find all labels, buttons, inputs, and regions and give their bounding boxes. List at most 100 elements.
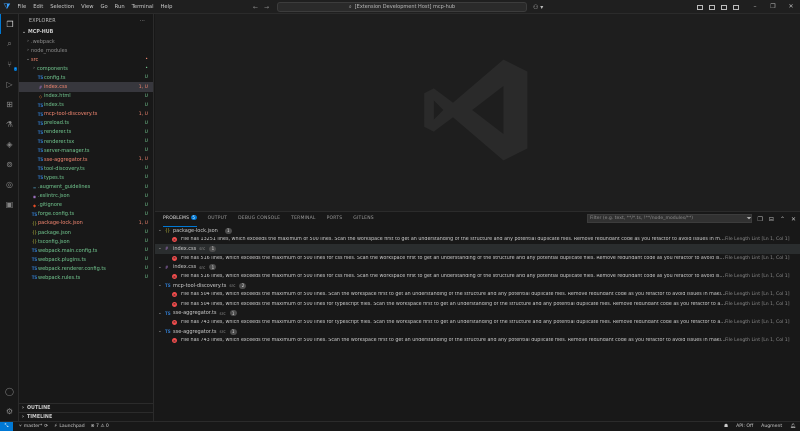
outline-section[interactable]: › OUTLINE <box>19 403 154 412</box>
testing-icon[interactable]: ⚗ <box>0 114 19 134</box>
tree-folder[interactable]: › .webpack <box>19 37 153 46</box>
menu-file[interactable]: File <box>14 0 30 14</box>
menu-go[interactable]: Go <box>97 0 111 14</box>
problem-file-row[interactable]: ⌄ # index.css src 1 <box>155 263 800 272</box>
explorer-icon[interactable]: ❐ <box>0 14 19 34</box>
workspace-root[interactable]: ⌄ MCP-HUB <box>19 28 153 37</box>
command-center[interactable]: ⌕ [Extension Development Host] mcp-hub <box>277 2 527 12</box>
workspace-root-label: MCP-HUB <box>28 30 54 35</box>
search-view-icon[interactable]: ⌕ <box>0 34 19 54</box>
tab-terminal[interactable]: TERMINAL <box>291 212 315 226</box>
remote-explorer-icon[interactable]: ⊚ <box>0 154 19 174</box>
github-icon[interactable]: ◎ <box>0 174 19 194</box>
problem-item[interactable]: × File has 743 lines, which exceeds the m… <box>155 318 800 327</box>
augment-icon[interactable]: ▣ <box>0 194 19 214</box>
toggle-sidebar-icon[interactable] <box>697 4 703 10</box>
tree-file[interactable]: TS renderer.tsx U <box>19 137 153 146</box>
tab-debug-console[interactable]: DEBUG CONSOLE <box>238 212 280 226</box>
tree-file[interactable]: ◆ .gitignore U <box>19 201 153 210</box>
problem-item[interactable]: × File has 743 lines, which exceeds the m… <box>155 336 800 345</box>
tree-file[interactable]: TS webpack.main.config.ts U <box>19 246 153 255</box>
tree-file[interactable]: ◉ .eslintrc.json U <box>19 192 153 201</box>
tree-file[interactable]: TS tool-discovery.ts U <box>19 164 153 173</box>
problem-item[interactable]: × File has 516 lines, which exceeds the m… <box>155 272 800 281</box>
tree-folder[interactable]: › components • <box>19 64 153 73</box>
filter-icon[interactable]: ⏷ <box>747 215 752 223</box>
tree-file[interactable]: ◇ index.html U <box>19 92 153 101</box>
problem-item[interactable]: × File has 13251 lines, which exceeds the… <box>155 235 800 244</box>
tree-folder[interactable]: › node_modules <box>19 46 153 55</box>
menu-selection[interactable]: Selection <box>47 0 78 14</box>
menu-edit[interactable]: Edit <box>30 0 47 14</box>
tree-file[interactable]: # index.css 1, U <box>19 82 153 92</box>
problem-item[interactable]: × File has 504 lines, which exceeds the m… <box>155 300 800 309</box>
maximize-panel-icon[interactable]: ⌃ <box>780 216 785 223</box>
toggle-secondary-sidebar-icon[interactable] <box>721 4 727 10</box>
run-debug-icon[interactable]: ▷ <box>0 74 19 94</box>
tree-item-label: renderer.tsx <box>44 138 75 145</box>
tree-file[interactable]: {} package-lock.json 1, U <box>19 219 153 228</box>
restore-icon[interactable]: ❐ <box>764 0 782 14</box>
source-control-icon[interactable]: ⑂ · <box>0 54 19 74</box>
tree-file[interactable]: TS index.ts U <box>19 101 153 110</box>
menu-run[interactable]: Run <box>111 0 128 14</box>
branch-status[interactable]: ⑂ master* ⟳ <box>19 423 48 430</box>
copilot-icon[interactable]: ⚇ ▾ <box>533 4 543 11</box>
tree-file[interactable]: TS webpack.plugins.ts U <box>19 255 153 264</box>
tree-file[interactable]: TS webpack.rules.ts U <box>19 273 153 282</box>
toggle-panel-icon[interactable] <box>709 4 715 10</box>
menu-view[interactable]: View <box>78 0 97 14</box>
account-icon[interactable]: ◯ <box>0 381 19 401</box>
problems-status[interactable]: ⊗ 7 ⚠ 0 <box>91 424 109 429</box>
extensions-icon[interactable]: ⊞ <box>0 94 19 114</box>
tree-file[interactable]: TS webpack.renderer.config.ts U <box>19 264 153 273</box>
collapse-all-icon[interactable]: ⊟ <box>769 216 774 223</box>
tree-file[interactable]: TS config.ts U <box>19 73 153 82</box>
copy-icon[interactable]: ❐ <box>758 216 763 223</box>
problem-file-row[interactable]: ⌄ TS sse-aggregator.ts src 1 <box>155 309 800 318</box>
tab-ports[interactable]: PORTS <box>327 212 343 226</box>
notifications-bell-icon[interactable]: 🔔︎ <box>790 424 796 429</box>
back-arrow-icon[interactable]: ← <box>253 4 258 11</box>
forward-arrow-icon[interactable]: → <box>264 4 269 11</box>
tree-file[interactable]: TS mcp-tool-discovery.ts 1, U <box>19 110 153 119</box>
launchpad-icon: ⚡ <box>54 423 58 429</box>
close-panel-icon[interactable]: ✕ <box>791 216 796 223</box>
close-icon[interactable]: ✕ <box>782 0 800 14</box>
tree-file[interactable]: TS forge.config.ts U <box>19 210 153 219</box>
menu-help[interactable]: Help <box>157 0 176 14</box>
settings-gear-icon[interactable]: ⚙ <box>0 401 19 421</box>
tree-folder[interactable]: ⌄ src • <box>19 55 153 64</box>
problem-file-row[interactable]: ⌄{} package-lock.json 1 <box>155 226 800 235</box>
tree-file[interactable]: TS sse-aggregator.ts 1, U <box>19 155 153 164</box>
tree-file[interactable]: TS server-manager.ts U <box>19 146 153 155</box>
minimize-icon[interactable]: – <box>746 0 764 14</box>
gitlens-icon[interactable]: ◈ <box>0 134 19 154</box>
extension-status-icon[interactable]: ☗ <box>724 424 728 429</box>
problem-item[interactable]: × File has 504 lines, which exceeds the m… <box>155 290 800 299</box>
timeline-section[interactable]: › TIMELINE <box>19 412 154 421</box>
tree-file[interactable]: ≡ .augment_guidelines U <box>19 183 153 192</box>
tree-file[interactable]: TS types.ts U <box>19 173 153 182</box>
tab-gitlens[interactable]: GITLENS <box>353 212 374 226</box>
tree-file[interactable]: {} tsconfig.json U <box>19 237 153 246</box>
tree-file[interactable]: TS preload.ts U <box>19 119 153 128</box>
api-status[interactable]: API: Off <box>736 424 753 429</box>
problem-item[interactable]: × File has 516 lines, which exceeds the m… <box>155 254 800 263</box>
more-actions-icon[interactable]: ··· <box>140 19 145 24</box>
problem-file-row[interactable]: ⌄ # index.css src 1 <box>155 244 800 254</box>
augment-status[interactable]: Augment <box>761 424 782 429</box>
launchpad-status[interactable]: ⚡ Launchpad <box>54 424 85 429</box>
tab-problems[interactable]: PROBLEMS 5 <box>163 211 197 227</box>
tree-file[interactable]: TS renderer.ts U <box>19 128 153 137</box>
ts-file-icon: TS <box>165 283 171 289</box>
problem-file-row[interactable]: ⌄ TS mcp-tool-discovery.ts src 2 <box>155 281 800 290</box>
tree-file[interactable]: {} package.json U <box>19 228 153 237</box>
tab-output[interactable]: OUTPUT <box>208 212 228 226</box>
problem-file-row[interactable]: ⌄ TS sse-aggregator.ts src 1 <box>155 327 800 336</box>
tree-item-label: index.css <box>44 84 68 91</box>
menu-terminal[interactable]: Terminal <box>128 0 157 14</box>
problems-filter-input[interactable]: Filter (e.g. text, **/*.ts, !**/node_mod… <box>587 214 752 223</box>
remote-indicator-icon[interactable]: ⤡ <box>0 421 13 431</box>
customize-layout-icon[interactable] <box>733 4 739 10</box>
